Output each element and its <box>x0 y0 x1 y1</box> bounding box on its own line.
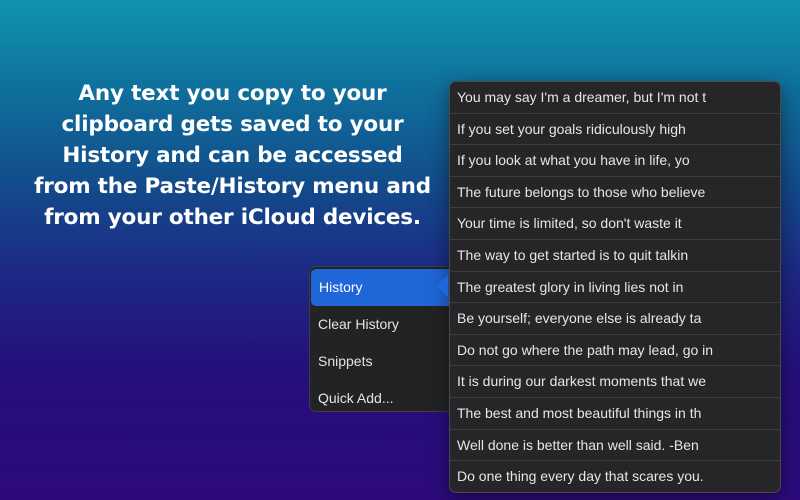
menu-item-clear-history[interactable]: Clear History <box>310 306 450 343</box>
menu-item-history[interactable]: History <box>311 269 450 306</box>
clipboard-side-menu: History Clear History Snippets Quick Add… <box>309 266 450 412</box>
history-item[interactable]: The future belongs to those who believe <box>450 176 780 209</box>
history-item[interactable]: You may say I'm a dreamer, but I'm not t <box>450 82 780 114</box>
history-item[interactable]: If you set your goals ridiculously high <box>450 113 780 146</box>
history-item[interactable]: Be yourself; everyone else is already ta <box>450 303 780 335</box>
headline-text: Any text you copy to your clipboard gets… <box>25 78 440 233</box>
history-submenu: You may say I'm a dreamer, but I'm not t… <box>449 81 781 493</box>
headline-line: clipboard gets saved to your <box>61 112 404 137</box>
headline-line: from the Paste/History menu and <box>34 174 431 199</box>
history-item[interactable]: Your time is limited, so don't waste it <box>450 208 780 240</box>
history-item[interactable]: The greatest glory in living lies not in <box>450 271 780 304</box>
history-item[interactable]: Do one thing every day that scares you. <box>450 461 780 492</box>
headline-line: from your other iCloud devices. <box>44 205 421 230</box>
submenu-pointer-arrow <box>436 275 448 297</box>
headline-line: Any text you copy to your <box>78 81 387 106</box>
history-item[interactable]: It is during our darkest moments that we <box>450 366 780 398</box>
headline-line: History and can be accessed <box>62 143 403 168</box>
history-item[interactable]: The best and most beautiful things in th <box>450 397 780 430</box>
history-item[interactable]: The way to get started is to quit talkin <box>450 239 780 272</box>
menu-item-quick-add[interactable]: Quick Add... <box>310 380 450 417</box>
history-item[interactable]: Do not go where the path may lead, go in <box>450 334 780 367</box>
menu-item-snippets[interactable]: Snippets <box>310 343 450 380</box>
history-item[interactable]: Well done is better than well said. -Ben <box>450 429 780 462</box>
history-item[interactable]: If you look at what you have in life, yo <box>450 145 780 177</box>
